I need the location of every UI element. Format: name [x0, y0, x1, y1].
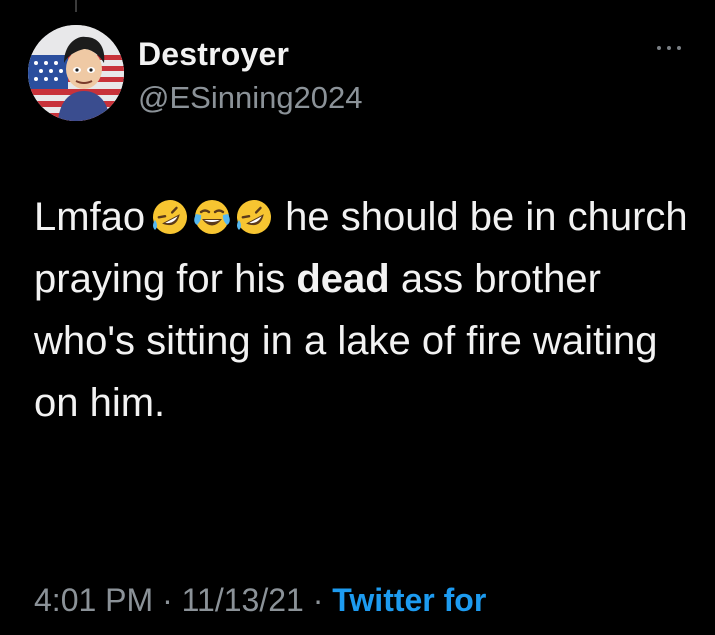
- meta-separator: ·: [162, 582, 173, 618]
- tweet-date[interactable]: 11/13/21: [182, 582, 304, 618]
- tweet-author[interactable]: Destroyer @ESinning2024: [138, 35, 363, 117]
- tweet-text-bold: dead: [296, 257, 390, 301]
- more-options-icon[interactable]: [655, 43, 683, 53]
- tweet-header: Destroyer @ESinning2024: [28, 25, 693, 121]
- tweet-text: Lmfao he should be in church praying for…: [34, 186, 694, 434]
- rolling-on-floor-laughing-emoji-icon: [151, 192, 189, 234]
- tweet-metadata: 4:01 PM · 11/13/21 · Twitter for: [34, 582, 486, 619]
- thread-connector-line: [75, 0, 77, 12]
- tweet-source-link[interactable]: Twitter for: [332, 582, 486, 618]
- tweet-text-part1: Lmfao: [34, 195, 146, 239]
- avatar[interactable]: [28, 25, 124, 121]
- rolling-on-floor-laughing-emoji-icon-2: [235, 192, 273, 234]
- avatar-image: [28, 25, 124, 121]
- meta-separator-2: ·: [312, 582, 324, 618]
- user-handle[interactable]: @ESinning2024: [138, 79, 363, 117]
- face-with-tears-of-joy-emoji-icon: [193, 192, 231, 234]
- display-name[interactable]: Destroyer: [138, 35, 363, 73]
- tweet-time[interactable]: 4:01 PM: [34, 582, 153, 618]
